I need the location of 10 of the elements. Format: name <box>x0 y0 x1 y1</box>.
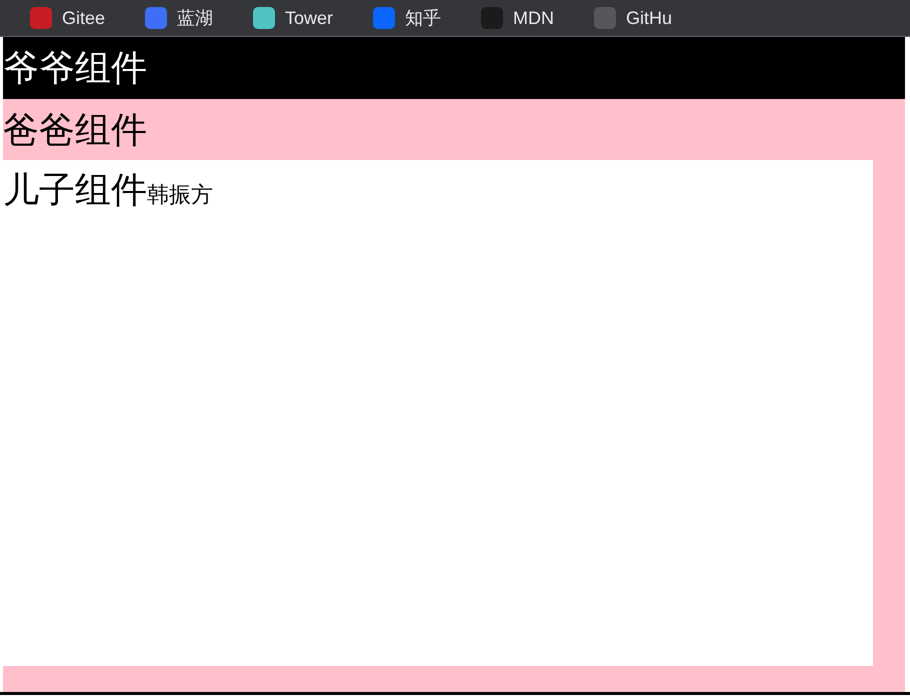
father-title: 爸爸组件 <box>3 112 147 148</box>
bookmark-link[interactable]: MDN <box>481 4 554 32</box>
bookmark-link[interactable]: GitHu <box>594 4 672 32</box>
son-name: 韩振方 <box>147 184 213 206</box>
bookmark-link[interactable]: Gitee <box>30 4 106 32</box>
bookmark-link[interactable]: 蓝湖 <box>145 4 214 32</box>
bookmark-link[interactable]: Tower <box>253 4 334 32</box>
son-title: 儿子组件 <box>3 172 147 208</box>
bookmark-link[interactable]: 知乎 <box>373 4 442 32</box>
grandfather-title: 爷爷组件 <box>3 50 147 86</box>
